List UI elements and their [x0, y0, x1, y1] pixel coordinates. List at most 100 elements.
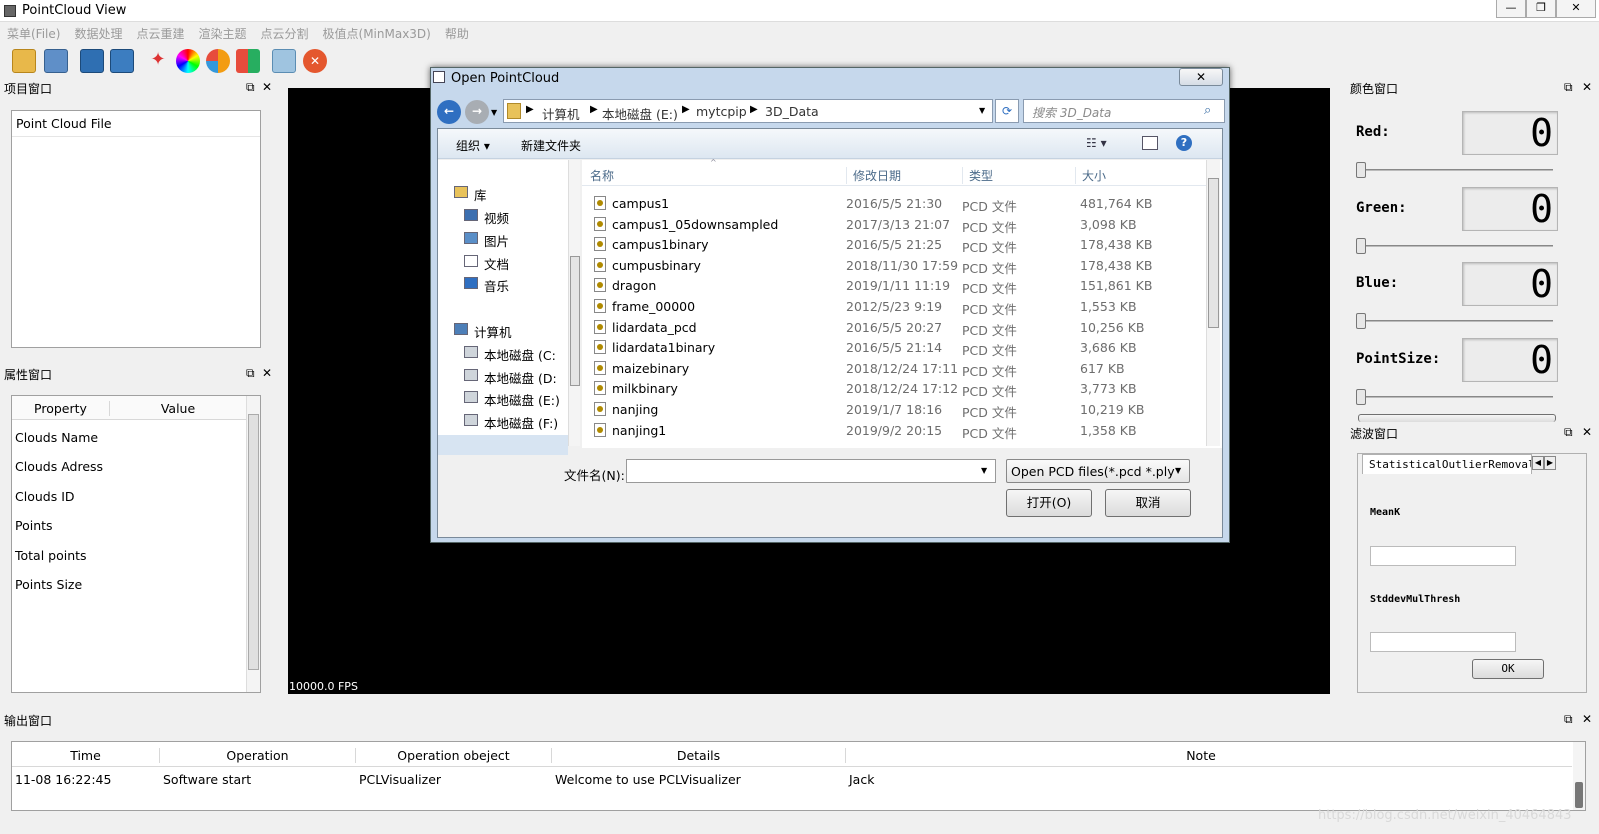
- exit-icon[interactable]: ✕: [303, 49, 327, 73]
- search-box[interactable]: 搜索 3D_Data ⌕: [1023, 99, 1225, 123]
- pointsize-slider[interactable]: [1358, 396, 1553, 398]
- windows-theme-icon[interactable]: [236, 49, 260, 73]
- tab-scroll-right-icon[interactable]: ▶: [1544, 456, 1556, 470]
- column-type[interactable]: 类型: [962, 167, 993, 184]
- menu-segmentation[interactable]: 点云分割: [254, 22, 316, 45]
- cancel-button[interactable]: 取消: [1105, 489, 1191, 517]
- file-row[interactable]: campus1_05downsampled 2017/3/13 21:07 PCD …: [582, 215, 1202, 236]
- tab-statistical-outlier[interactable]: StatisticalOutlierRemoval: [1362, 454, 1532, 474]
- property-scrollbar[interactable]: [246, 396, 260, 692]
- blue-label: Blue:: [1356, 275, 1399, 291]
- open-button[interactable]: 打开(O): [1006, 489, 1092, 517]
- file-type: PCD 文件: [962, 240, 1017, 256]
- clear-icon[interactable]: [272, 49, 296, 73]
- menu-data-processing[interactable]: 数据处理: [67, 22, 129, 45]
- green-slider-handle[interactable]: [1356, 238, 1366, 254]
- filetype-select[interactable]: Open PCD files(*.pcd *.ply *. ▼: [1006, 459, 1190, 483]
- scrollbar-thumb[interactable]: [1575, 782, 1583, 808]
- float-icon[interactable]: ⧉: [1564, 80, 1573, 95]
- close-icon[interactable]: ✕: [262, 80, 272, 94]
- red-slider[interactable]: [1358, 169, 1553, 171]
- column-modified[interactable]: 修改日期: [846, 167, 901, 184]
- breadcrumb-item[interactable]: 3D_Data: [765, 104, 819, 119]
- file-row[interactable]: dragon 2019/1/11 11:19 PCD 文件 151,861 KB: [582, 276, 1202, 297]
- column-size[interactable]: 大小: [1075, 167, 1106, 184]
- dialog-close-button[interactable]: ✕: [1179, 68, 1223, 86]
- organize-button[interactable]: 组织 ▾: [456, 137, 490, 154]
- breadcrumb-item[interactable]: 本地磁盘 (E:): [602, 104, 678, 123]
- float-icon[interactable]: ⧉: [246, 80, 255, 95]
- menu-minmax3d[interactable]: 极值点(MinMax3D): [316, 22, 438, 45]
- file-list-scrollbar[interactable]: [1206, 160, 1220, 446]
- close-icon[interactable]: ✕: [1582, 425, 1592, 439]
- column-operation: Operation: [160, 748, 356, 763]
- command-bar: 组织 ▾ 新建文件夹 ☷ ▾ ?: [438, 129, 1222, 159]
- file-row[interactable]: nanjing1 2019/9/2 20:15 PCD 文件 1,358 KB: [582, 421, 1202, 442]
- file-row[interactable]: milkbinary 2018/12/24 17:12 PCD 文件 3,773 KB: [582, 379, 1202, 400]
- project-tree[interactable]: Point Cloud File: [11, 110, 261, 348]
- close-icon[interactable]: ✕: [262, 366, 272, 380]
- menu-file[interactable]: 菜单(File): [0, 22, 67, 45]
- file-row[interactable]: maizebinary 2018/12/24 17:11 PCD 文件 617 KB: [582, 359, 1202, 380]
- view-options-icon[interactable]: ☷ ▾: [1086, 136, 1107, 150]
- tab-scroll-left-icon[interactable]: ◀: [1532, 456, 1544, 470]
- history-dropdown-icon[interactable]: ▼: [491, 108, 497, 117]
- open-file-icon[interactable]: [12, 49, 36, 73]
- file-row[interactable]: lidardata1binary 2016/5/5 21:14 PCD 文件 3,68…: [582, 338, 1202, 359]
- blue-slider[interactable]: [1358, 320, 1553, 322]
- save-as-icon[interactable]: [110, 49, 134, 73]
- help-icon[interactable]: ?: [1176, 135, 1192, 151]
- breadcrumb-item[interactable]: 计算机: [542, 104, 580, 123]
- preview-pane-icon[interactable]: [1142, 136, 1158, 150]
- maximize-button[interactable]: ❐: [1526, 0, 1556, 18]
- menu-help[interactable]: 帮助: [438, 22, 476, 45]
- minimize-button[interactable]: —: [1496, 0, 1526, 18]
- property-table: Property Value Clouds Name Clouds Adress…: [11, 395, 261, 693]
- new-folder-button[interactable]: 新建文件夹: [521, 137, 581, 154]
- menu-reconstruction[interactable]: 点云重建: [129, 22, 191, 45]
- file-row[interactable]: campus1binary 2016/5/5 21:25 PCD 文件 178,438…: [582, 235, 1202, 256]
- scrollbar-thumb[interactable]: [570, 256, 580, 386]
- magic-wand-icon[interactable]: ✦: [146, 49, 170, 73]
- chevron-down-icon[interactable]: ▼: [981, 466, 987, 475]
- close-icon[interactable]: ✕: [1582, 80, 1592, 94]
- red-slider-handle[interactable]: [1356, 162, 1366, 178]
- meank-input[interactable]: [1370, 546, 1516, 566]
- file-row[interactable]: campus1 2016/5/5 21:30 PCD 文件 481,764 KB: [582, 194, 1202, 215]
- float-icon[interactable]: ⧉: [1564, 425, 1573, 440]
- file-row[interactable]: cumpusbinary 2018/11/30 17:59 PCD 文件 178,43…: [582, 256, 1202, 277]
- file-row[interactable]: nanjing 2019/1/7 18:16 PCD 文件 10,219 KB: [582, 400, 1202, 421]
- blue-slider-handle[interactable]: [1356, 313, 1366, 329]
- breadcrumb[interactable]: ▶ 计算机 ▶ 本地磁盘 (E:) ▶ mytcpip ▶ 3D_Data ▼: [503, 99, 993, 123]
- breadcrumb-item[interactable]: mytcpip: [696, 104, 747, 119]
- color-ball-icon[interactable]: [206, 49, 230, 73]
- stddev-input[interactable]: [1370, 632, 1516, 652]
- file-row[interactable]: frame_00000 2012/5/23 9:19 PCD 文件 1,553 KB: [582, 297, 1202, 318]
- refresh-icon[interactable]: ⟳: [995, 99, 1019, 123]
- file-row[interactable]: lidardata_pcd 2016/5/5 20:27 PCD 文件 10,256 …: [582, 318, 1202, 339]
- nav-item-label: 本地磁盘 (D:: [484, 371, 557, 386]
- file-type: PCD 文件: [962, 260, 1017, 276]
- open-folder-icon[interactable]: [44, 49, 68, 73]
- column-name[interactable]: 名称: [590, 167, 614, 184]
- color-wheel-icon[interactable]: [176, 49, 200, 73]
- scrollbar-thumb[interactable]: [248, 414, 259, 670]
- output-scrollbar[interactable]: [1573, 742, 1585, 810]
- filename-input[interactable]: ▼: [626, 459, 996, 483]
- green-slider[interactable]: [1358, 245, 1553, 247]
- float-icon[interactable]: ⧉: [246, 366, 255, 381]
- close-icon[interactable]: ✕: [1582, 712, 1592, 726]
- pointsize-slider-handle[interactable]: [1356, 389, 1366, 405]
- menu-render-theme[interactable]: 渲染主题: [191, 22, 253, 45]
- chevron-down-icon[interactable]: ▼: [979, 106, 985, 115]
- table-row[interactable]: 11-08 16:22:45 Software start PCLVisuali…: [12, 770, 1572, 792]
- back-icon[interactable]: ←: [437, 100, 461, 124]
- scrollbar-thumb[interactable]: [1208, 178, 1219, 328]
- forward-icon[interactable]: →: [465, 100, 489, 124]
- filter-ok-button[interactable]: OK: [1472, 659, 1544, 679]
- close-button[interactable]: ✕: [1556, 0, 1596, 18]
- apply-button[interactable]: [1358, 414, 1556, 422]
- float-icon[interactable]: ⧉: [1564, 712, 1573, 727]
- nav-scrollbar[interactable]: [568, 160, 580, 446]
- save-icon[interactable]: [80, 49, 104, 73]
